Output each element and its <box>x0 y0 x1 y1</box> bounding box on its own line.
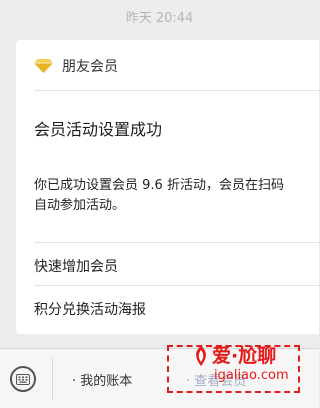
chat-area: 昨天 20:44 朋友会员 会员活动设置成功 你已成功设置会员 9.6 折活动，… <box>0 0 319 348</box>
quick-add-members-link[interactable]: 快速增加会员 <box>34 256 118 276</box>
menu-separator <box>52 357 53 400</box>
notification-card[interactable]: 朋友会员 会员活动设置成功 你已成功设置会员 9.6 折活动，会员在扫码 自动参… <box>16 40 319 334</box>
card-body: 你已成功设置会员 9.6 折活动，会员在扫码 自动参加活动。 <box>34 176 320 216</box>
action-divider <box>34 285 319 286</box>
card-body-line: 自动参加活动。 <box>34 198 126 213</box>
action-divider <box>34 242 319 243</box>
diamond-icon <box>34 59 53 73</box>
highlight-box <box>167 345 300 393</box>
card-title: 会员活动设置成功 <box>34 120 163 139</box>
keyboard-glyph-icon <box>16 373 30 385</box>
card-header: 朋友会员 <box>34 56 118 76</box>
card-body-line: 你已成功设置会员 9.6 折活动，会员在扫码 <box>34 178 284 193</box>
card-source-name: 朋友会员 <box>62 59 118 75</box>
points-poster-link[interactable]: 积分兑换活动海报 <box>34 299 146 319</box>
header-divider <box>34 90 319 91</box>
keyboard-icon[interactable] <box>10 366 36 392</box>
message-timestamp: 昨天 20:44 <box>125 11 194 26</box>
menu-my-ledger[interactable]: · 我的账本 <box>72 370 132 389</box>
